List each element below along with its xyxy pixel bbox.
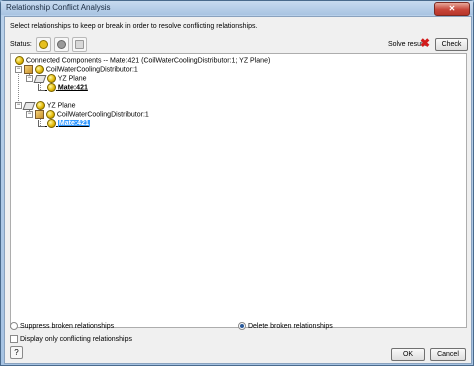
display-conflicting-option[interactable]: Display only conflicting relationships bbox=[10, 335, 132, 343]
dialog-body: Select relationships to keep or break in… bbox=[4, 16, 472, 364]
coincident-icon bbox=[38, 120, 45, 127]
tree-root-row[interactable]: Connected Components -- Mate:421 (CoilWa… bbox=[15, 56, 270, 65]
delete-broken-option[interactable]: Delete broken relationships bbox=[238, 322, 333, 330]
collapse-toggle[interactable]: − bbox=[15, 102, 22, 109]
instructions-text: Select relationships to keep or break in… bbox=[10, 23, 258, 30]
tree-node-label: Mate:421 bbox=[57, 84, 88, 92]
cancel-button[interactable]: Cancel bbox=[430, 348, 466, 361]
window-title: Relationship Conflict Analysis bbox=[6, 3, 111, 12]
tree-node-row[interactable]: − CoilWaterCoolingDistributor:1 bbox=[15, 65, 138, 74]
mate-icon bbox=[15, 56, 24, 65]
mate-icon bbox=[35, 101, 45, 110]
plane-icon bbox=[33, 74, 47, 83]
status-label: Status: bbox=[10, 41, 32, 48]
tree-node-label: CoilWaterCoolingDistributor:1 bbox=[45, 66, 138, 74]
tree-node-label: Mate:421 bbox=[57, 120, 90, 128]
status-suppressed-button[interactable] bbox=[54, 37, 69, 52]
display-conflicting-label: Display only conflicting relationships bbox=[19, 335, 133, 343]
suppress-label: Suppress broken relationships bbox=[19, 322, 115, 330]
broken-status-icon bbox=[75, 40, 84, 49]
tree-node-row[interactable]: Mate:421 bbox=[38, 83, 88, 92]
delete-label: Delete broken relationships bbox=[247, 322, 333, 330]
tree-root-label: Connected Components -- Mate:421 (CoilWa… bbox=[25, 57, 271, 65]
tree-node-row[interactable]: − YZ Plane bbox=[26, 74, 87, 83]
relationship-tree[interactable]: Connected Components -- Mate:421 (CoilWa… bbox=[10, 53, 467, 328]
mate-icon bbox=[46, 119, 56, 128]
dialog-window: Relationship Conflict Analysis ✕ Select … bbox=[0, 0, 474, 366]
title-bar[interactable]: Relationship Conflict Analysis ✕ bbox=[1, 1, 473, 16]
mate-icon bbox=[46, 83, 56, 92]
status-mate-button[interactable] bbox=[36, 37, 51, 52]
tree-node-label: CoilWaterCoolingDistributor:1 bbox=[56, 111, 149, 119]
help-button[interactable]: ? bbox=[10, 346, 23, 359]
plane-icon bbox=[22, 101, 36, 110]
tree-node-label: YZ Plane bbox=[57, 75, 87, 83]
close-button[interactable]: ✕ bbox=[434, 2, 470, 16]
tree-node-row[interactable]: − CoilWaterCoolingDistributor:1 bbox=[26, 110, 149, 119]
mate-icon bbox=[46, 74, 56, 83]
red-x-icon: ✖ bbox=[420, 36, 431, 50]
tree-node-label: YZ Plane bbox=[46, 102, 76, 110]
tree-node-row-selected[interactable]: Mate:421 bbox=[38, 119, 90, 128]
suppress-radio[interactable] bbox=[10, 322, 18, 330]
suppressed-status-icon bbox=[57, 40, 66, 49]
component-icon bbox=[23, 65, 33, 74]
suppress-broken-option[interactable]: Suppress broken relationships bbox=[10, 322, 114, 330]
check-button[interactable]: Check bbox=[435, 38, 468, 51]
status-broken-button[interactable] bbox=[72, 37, 87, 52]
collapse-toggle[interactable]: − bbox=[26, 111, 33, 118]
mate-icon bbox=[34, 65, 44, 74]
coincident-icon bbox=[38, 84, 45, 91]
ok-button[interactable]: OK bbox=[391, 348, 425, 361]
collapse-toggle[interactable]: − bbox=[26, 75, 33, 82]
delete-radio[interactable] bbox=[238, 322, 246, 330]
collapse-toggle[interactable]: − bbox=[15, 66, 22, 73]
mate-icon bbox=[45, 110, 55, 119]
tree-node-row[interactable]: − YZ Plane bbox=[15, 101, 76, 110]
display-conflicting-checkbox[interactable] bbox=[10, 335, 18, 343]
component-icon bbox=[34, 110, 44, 119]
mate-status-icon bbox=[39, 40, 48, 49]
